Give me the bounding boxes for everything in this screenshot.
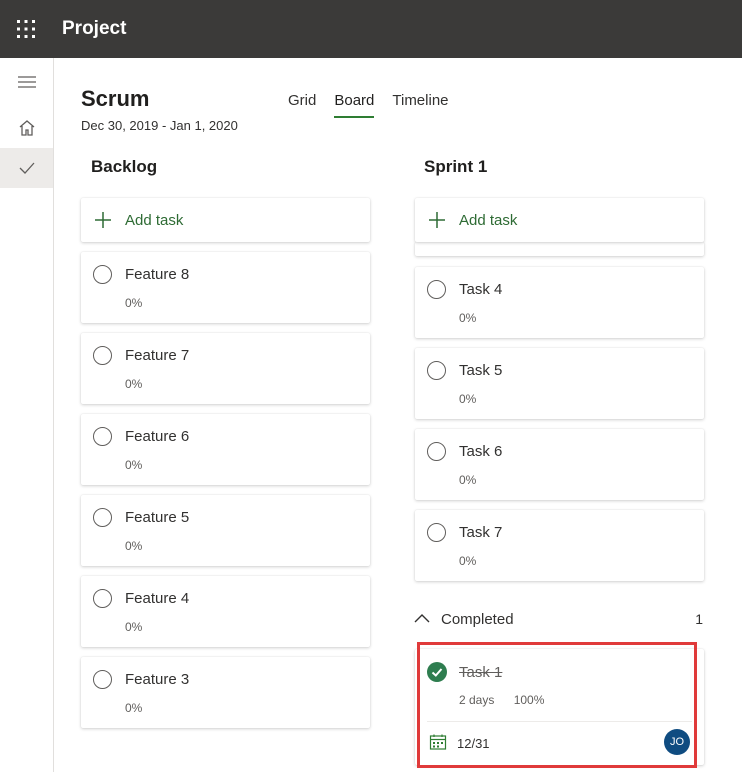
task-card[interactable]: Task 6 0%	[415, 429, 704, 500]
task-card[interactable]: Feature 4 0%	[81, 576, 370, 647]
hamburger-icon	[17, 76, 36, 88]
task-card[interactable]: Task 7 0%	[415, 510, 704, 581]
task-name: Feature 8	[125, 266, 190, 283]
task-card[interactable]: Feature 3 0%	[81, 657, 370, 728]
task-progress: 0%	[459, 473, 477, 487]
task-card[interactable]: Feature 6 0%	[81, 414, 370, 485]
complete-task-toggle[interactable]	[427, 280, 446, 299]
task-name: Task 1	[459, 664, 503, 681]
completed-label: Completed	[441, 611, 514, 628]
task-card[interactable]: Feature 8 0%	[81, 252, 370, 323]
bucket-title-sprint-1: Sprint 1	[424, 157, 488, 176]
task-meta: 2 days 100%	[459, 693, 560, 707]
task-progress: 0%	[125, 701, 143, 715]
complete-task-toggle[interactable]	[93, 670, 112, 689]
tab-timeline[interactable]: Timeline	[392, 92, 448, 117]
card-divider	[427, 721, 692, 722]
completed-check-icon[interactable]	[427, 662, 447, 682]
task-progress: 0%	[125, 377, 143, 391]
complete-task-toggle[interactable]	[93, 508, 112, 527]
tasks-nav-button[interactable]	[0, 148, 53, 188]
add-task-label: Add task	[459, 211, 518, 229]
view-tabs: Grid Board Timeline	[288, 92, 467, 118]
task-name: Feature 7	[125, 347, 190, 364]
home-button[interactable]	[0, 108, 53, 148]
checkmark-icon	[19, 162, 34, 174]
add-task-button-backlog[interactable]: Add task	[81, 198, 370, 242]
task-name: Feature 5	[125, 509, 190, 526]
avatar[interactable]: JO	[664, 729, 690, 755]
task-progress: 0%	[125, 296, 143, 310]
complete-task-toggle[interactable]	[93, 589, 112, 608]
complete-task-toggle[interactable]	[427, 361, 446, 380]
plus-icon	[429, 212, 445, 228]
completed-count: 1	[695, 611, 703, 627]
task-name: Feature 4	[125, 590, 190, 607]
plan-date-range: Dec 30, 2019 - Jan 1, 2020	[81, 118, 238, 133]
task-name: Feature 3	[125, 671, 190, 688]
calendar-icon	[429, 734, 447, 750]
task-card[interactable]: Feature 7 0%	[81, 333, 370, 404]
page-title: Scrum	[81, 86, 150, 111]
complete-task-toggle[interactable]	[93, 427, 112, 446]
complete-task-toggle[interactable]	[93, 346, 112, 365]
task-progress: 0%	[459, 392, 477, 406]
completed-task-card[interactable]: Task 1 2 days 100% 12/31 JO	[415, 649, 704, 765]
app-title: Project	[62, 18, 127, 39]
tab-grid[interactable]: Grid	[288, 92, 316, 117]
complete-task-toggle[interactable]	[427, 523, 446, 542]
menu-button[interactable]	[0, 62, 53, 102]
complete-task-toggle[interactable]	[427, 442, 446, 461]
completed-section-header[interactable]: Completed 1	[414, 606, 705, 634]
task-progress: 0%	[459, 311, 477, 325]
app-launcher-icon[interactable]	[14, 17, 38, 41]
task-progress: 100%	[513, 693, 545, 707]
left-nav-rail	[0, 58, 54, 772]
task-card[interactable]: Feature 5 0%	[81, 495, 370, 566]
chevron-up-icon[interactable]	[414, 612, 430, 624]
plus-icon	[95, 212, 111, 228]
task-name: Task 5	[459, 362, 503, 379]
task-progress: 0%	[125, 458, 143, 472]
task-progress: 0%	[459, 554, 477, 568]
task-duration: 2 days	[459, 693, 495, 707]
home-icon	[19, 120, 34, 136]
task-name: Task 7	[459, 524, 503, 541]
task-name: Task 6	[459, 443, 503, 460]
task-name: Task 4	[459, 281, 503, 298]
due-date: 12/31	[457, 736, 490, 751]
task-name: Feature 6	[125, 428, 190, 445]
add-task-button-sprint-1[interactable]: Add task	[415, 198, 704, 242]
add-task-label: Add task	[125, 211, 184, 229]
task-progress: 0%	[125, 539, 143, 553]
task-card[interactable]: Task 4 0%	[415, 267, 704, 338]
complete-task-toggle[interactable]	[93, 265, 112, 284]
task-card-partial[interactable]	[415, 242, 704, 256]
task-progress: 0%	[125, 620, 143, 634]
bucket-title-backlog: Backlog	[91, 157, 158, 176]
tab-board[interactable]: Board	[334, 92, 375, 118]
task-card[interactable]: Task 5 0%	[415, 348, 704, 419]
top-bar: Project	[0, 0, 742, 58]
